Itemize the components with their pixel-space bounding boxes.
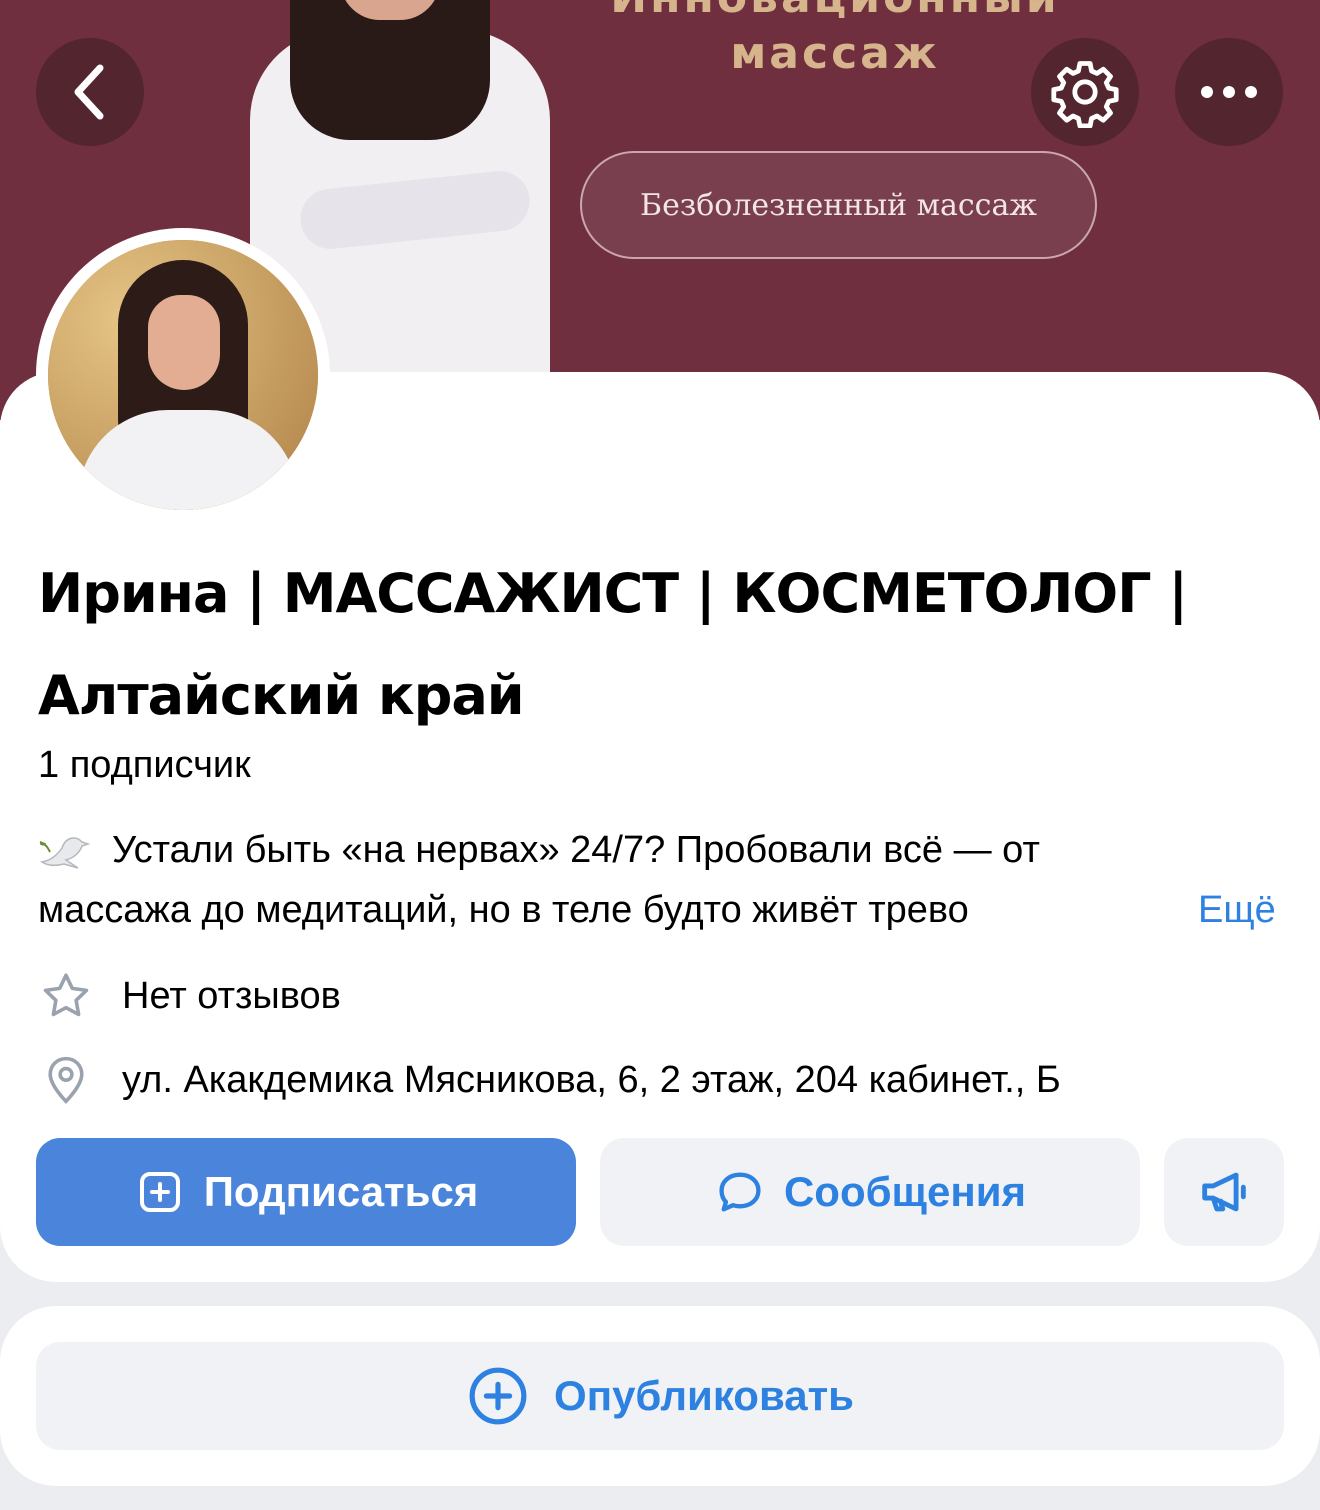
ellipsis-icon — [1201, 86, 1257, 98]
reviews-row[interactable]: Нет отзывов — [38, 966, 341, 1026]
cover-tag: Безболезненный массаж — [580, 151, 1097, 259]
publish-card: Опубликовать — [0, 1306, 1320, 1486]
gear-icon — [1051, 61, 1119, 128]
messages-label: Сообщения — [783, 1168, 1027, 1215]
cover-heading-line1: Инновационный — [590, 0, 1080, 26]
chevron-left-icon — [74, 64, 104, 120]
address-label: ул. Акакдемика Мясникова, 6, 2 этаж, 204… — [122, 1058, 1061, 1101]
publish-label: Опубликовать — [554, 1372, 854, 1419]
description-line1: Устали быть «на нервах» 24/7? Пробовали … — [112, 829, 1040, 871]
description-line2: массажа до медитаций, но в теле будто жи… — [38, 889, 969, 931]
subscribe-button[interactable]: Подписаться — [36, 1138, 576, 1246]
avatar[interactable] — [36, 228, 330, 522]
location-pin-icon — [38, 1052, 94, 1108]
publish-button[interactable]: Опубликовать — [36, 1342, 1284, 1450]
subscribers-count[interactable]: 1 подписчик — [38, 744, 251, 787]
promote-button[interactable] — [1164, 1138, 1284, 1246]
megaphone-icon — [1202, 1172, 1246, 1212]
reviews-label: Нет отзывов — [122, 974, 341, 1017]
plus-circle-icon — [466, 1364, 530, 1428]
settings-button[interactable] — [1031, 38, 1139, 146]
plus-square-icon — [134, 1166, 186, 1218]
messages-button[interactable]: Сообщения — [600, 1138, 1140, 1246]
message-bubble-icon — [714, 1166, 766, 1218]
page-title: Ирина | МАССАЖИСТ | КОСМЕТОЛОГ | Алтайск… — [38, 566, 1288, 724]
dove-icon — [39, 837, 91, 869]
cover-heading: Инновационный массаж — [590, 0, 1080, 82]
description[interactable]: Устали быть «на нервах» 24/7? Пробовали … — [38, 820, 1288, 940]
address-row[interactable]: ул. Акакдемика Мясникова, 6, 2 этаж, 204… — [38, 1050, 1268, 1110]
back-button[interactable] — [36, 38, 144, 146]
more-button[interactable] — [1175, 38, 1283, 146]
subscribe-label: Подписаться — [203, 1168, 479, 1215]
cover-heading-line2: массаж — [730, 28, 940, 79]
more-link[interactable]: Ещё — [1198, 880, 1276, 940]
page-title-line2: Алтайский край — [38, 664, 525, 727]
star-icon — [38, 968, 94, 1024]
page-title-line1: Ирина | МАССАЖИСТ | КОСМЕТОЛОГ | — [38, 562, 1188, 625]
